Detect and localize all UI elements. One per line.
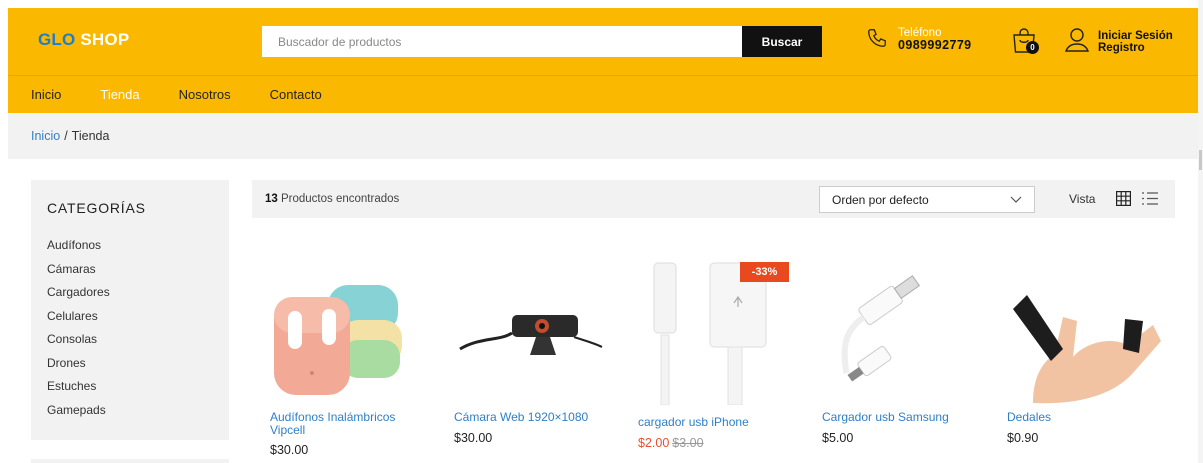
nav-item-inicio[interactable]: Inicio — [31, 87, 61, 102]
search-input[interactable] — [262, 26, 742, 57]
page-scrollbar[interactable] — [1198, 0, 1203, 463]
breadcrumb-current: Tienda — [71, 129, 110, 143]
chevron-down-icon — [1010, 193, 1022, 207]
search-bar: Buscar — [262, 26, 822, 57]
category-item-camaras[interactable]: Cámaras — [47, 262, 213, 286]
list-view-icon[interactable] — [1141, 191, 1159, 209]
product-name[interactable]: Cargador usb Samsung — [822, 411, 949, 424]
cart-count-badge: 0 — [1026, 41, 1039, 54]
discount-badge: -33% — [740, 262, 789, 282]
breadcrumb-home-link[interactable]: Inicio — [31, 129, 60, 143]
logo-text-glo: GLO — [38, 30, 76, 49]
product-price: $30.00 — [454, 431, 493, 445]
sidebar-title: CATEGORÍAS — [47, 200, 146, 216]
product-name-line2[interactable]: Vipcell — [270, 424, 305, 437]
product-price: $0.90 — [1007, 431, 1039, 445]
phone-icon — [866, 27, 888, 52]
account-links: Iniciar Sesión Registro — [1064, 27, 1173, 56]
sort-select[interactable]: Orden por defecto — [819, 186, 1035, 213]
login-link[interactable]: Iniciar Sesión — [1098, 30, 1173, 42]
category-item-cargadores[interactable]: Cargadores — [47, 285, 213, 309]
category-item-gamepads[interactable]: Gamepads — [47, 403, 213, 427]
sort-select-value: Orden por defecto — [832, 192, 929, 207]
product-price: $2.00 $3.00 — [638, 436, 704, 450]
logo-text-shop: SHOP — [80, 30, 130, 49]
category-list: Audífonos Cámaras Cargadores Celulares C… — [47, 238, 213, 426]
search-button[interactable]: Buscar — [742, 26, 822, 57]
finger-sleeve-image[interactable] — [1003, 245, 1163, 405]
nav-item-contacto[interactable]: Contacto — [270, 87, 322, 102]
site-logo[interactable]: GLO SHOP — [38, 30, 129, 50]
product-price: $5.00 — [822, 431, 854, 445]
scrollbar-thumb[interactable] — [1199, 150, 1202, 170]
category-item-drones[interactable]: Drones — [47, 356, 213, 380]
product-name[interactable]: Cámara Web 1920×1080 — [454, 411, 588, 424]
micro-usb-cable-image[interactable] — [818, 245, 978, 405]
result-count-number: 13 — [265, 193, 278, 205]
product-price: $30.00 — [270, 443, 309, 457]
cart-button[interactable]: 0 — [1011, 27, 1043, 59]
category-item-consolas[interactable]: Consolas — [47, 332, 213, 356]
breadcrumb: Inicio / Tienda — [8, 113, 1198, 159]
sidebar-widget-next — [31, 459, 229, 463]
grid-view-icon[interactable] — [1116, 191, 1132, 209]
user-icon — [1064, 27, 1090, 56]
product-name[interactable]: Dedales — [1007, 411, 1051, 424]
nav-item-nosotros[interactable]: Nosotros — [179, 87, 231, 102]
shop-toolbar: 13 Productos encontrados Orden por defec… — [252, 180, 1175, 218]
product-old-price: $3.00 — [672, 436, 704, 450]
product-sale-price: $2.00 — [638, 436, 670, 450]
breadcrumb-separator: / — [64, 129, 68, 143]
phone-number[interactable]: 0989992779 — [898, 39, 972, 52]
result-count-text: Productos encontrados — [281, 193, 400, 205]
category-item-estuches[interactable]: Estuches — [47, 379, 213, 403]
category-item-audifonos[interactable]: Audífonos — [47, 238, 213, 262]
main-nav: Inicio Tienda Nosotros Contacto — [8, 75, 1198, 113]
product-name[interactable]: cargador usb iPhone — [638, 416, 749, 429]
category-item-celulares[interactable]: Celulares — [47, 309, 213, 333]
nav-item-tienda[interactable]: Tienda — [100, 87, 139, 102]
phone-contact: Teléfono 0989992779 — [866, 27, 972, 52]
earbuds-image[interactable] — [266, 245, 426, 405]
result-count: 13 Productos encontrados — [265, 193, 399, 205]
register-link[interactable]: Registro — [1098, 42, 1173, 54]
view-label: Vista — [1069, 192, 1096, 206]
top-header: GLO SHOP Buscar Teléfono 0989992779 0 In… — [8, 8, 1198, 75]
webcam-image[interactable] — [450, 245, 610, 405]
category-sidebar: CATEGORÍAS Audífonos Cámaras Cargadores … — [31, 180, 229, 440]
